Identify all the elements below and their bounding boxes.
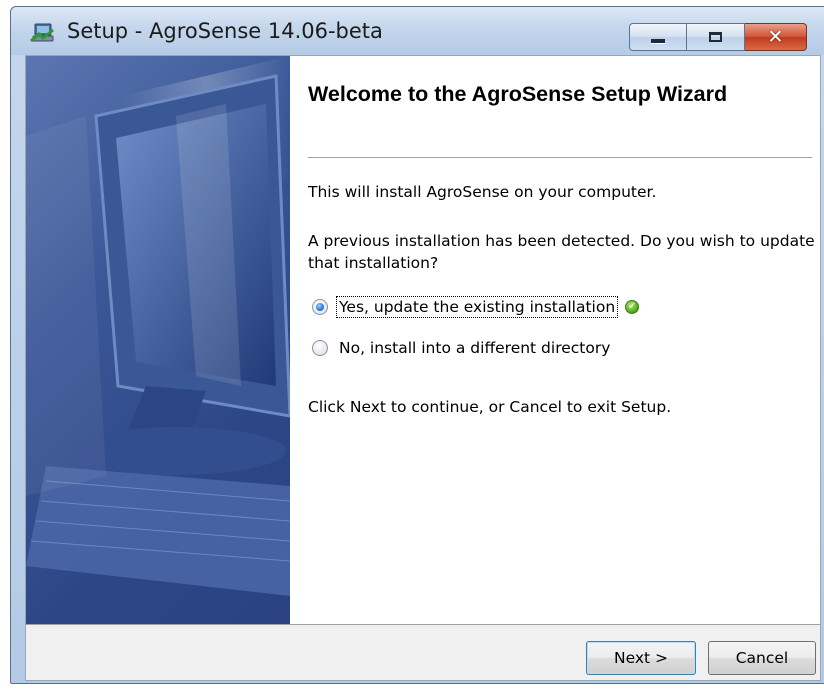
cancel-button[interactable]: Cancel [708,641,816,675]
maximize-button[interactable] [687,23,745,51]
radio-update-existing[interactable]: Yes, update the existing installation ✓ [312,295,640,319]
wizard-footer: Next > Cancel [26,624,820,680]
instruction-text: Click Next to continue, or Cancel to exi… [308,398,672,416]
radio-selected-icon[interactable] [312,299,328,315]
check-ok-icon: ✓ [625,300,640,314]
heading-divider [308,157,812,158]
setup-app-icon [30,23,54,43]
wizard-heading: Welcome to the AgroSense Setup Wizard [308,82,728,106]
radio-unselected-icon[interactable] [312,340,328,356]
close-button[interactable]: ✕ [745,23,807,51]
maximize-icon [709,32,722,42]
radio-new-directory-label[interactable]: No, install into a different directory [337,338,612,358]
title-bar[interactable]: Setup - AgroSense 14.06-beta ✕ [11,7,824,55]
wizard-client-area: Welcome to the AgroSense Setup Wizard Th… [25,55,821,681]
setup-window: Setup - AgroSense 14.06-beta ✕ Welcome t… [10,6,824,684]
close-icon: ✕ [767,25,784,48]
radio-install-new-directory[interactable]: No, install into a different directory [312,336,612,360]
computer-illustration [26,56,290,596]
minimize-button[interactable] [629,23,687,51]
wizard-content: Welcome to the AgroSense Setup Wizard Th… [290,56,820,624]
radio-update-label[interactable]: Yes, update the existing installation [335,296,619,318]
minimize-icon [651,39,665,43]
question-text: A previous installation has been detecte… [308,232,815,272]
wizard-side-image [26,56,290,624]
intro-text: This will install AgroSense on your comp… [308,183,657,201]
window-title: Setup - AgroSense 14.06-beta [67,19,383,43]
next-button[interactable]: Next > [586,641,696,675]
